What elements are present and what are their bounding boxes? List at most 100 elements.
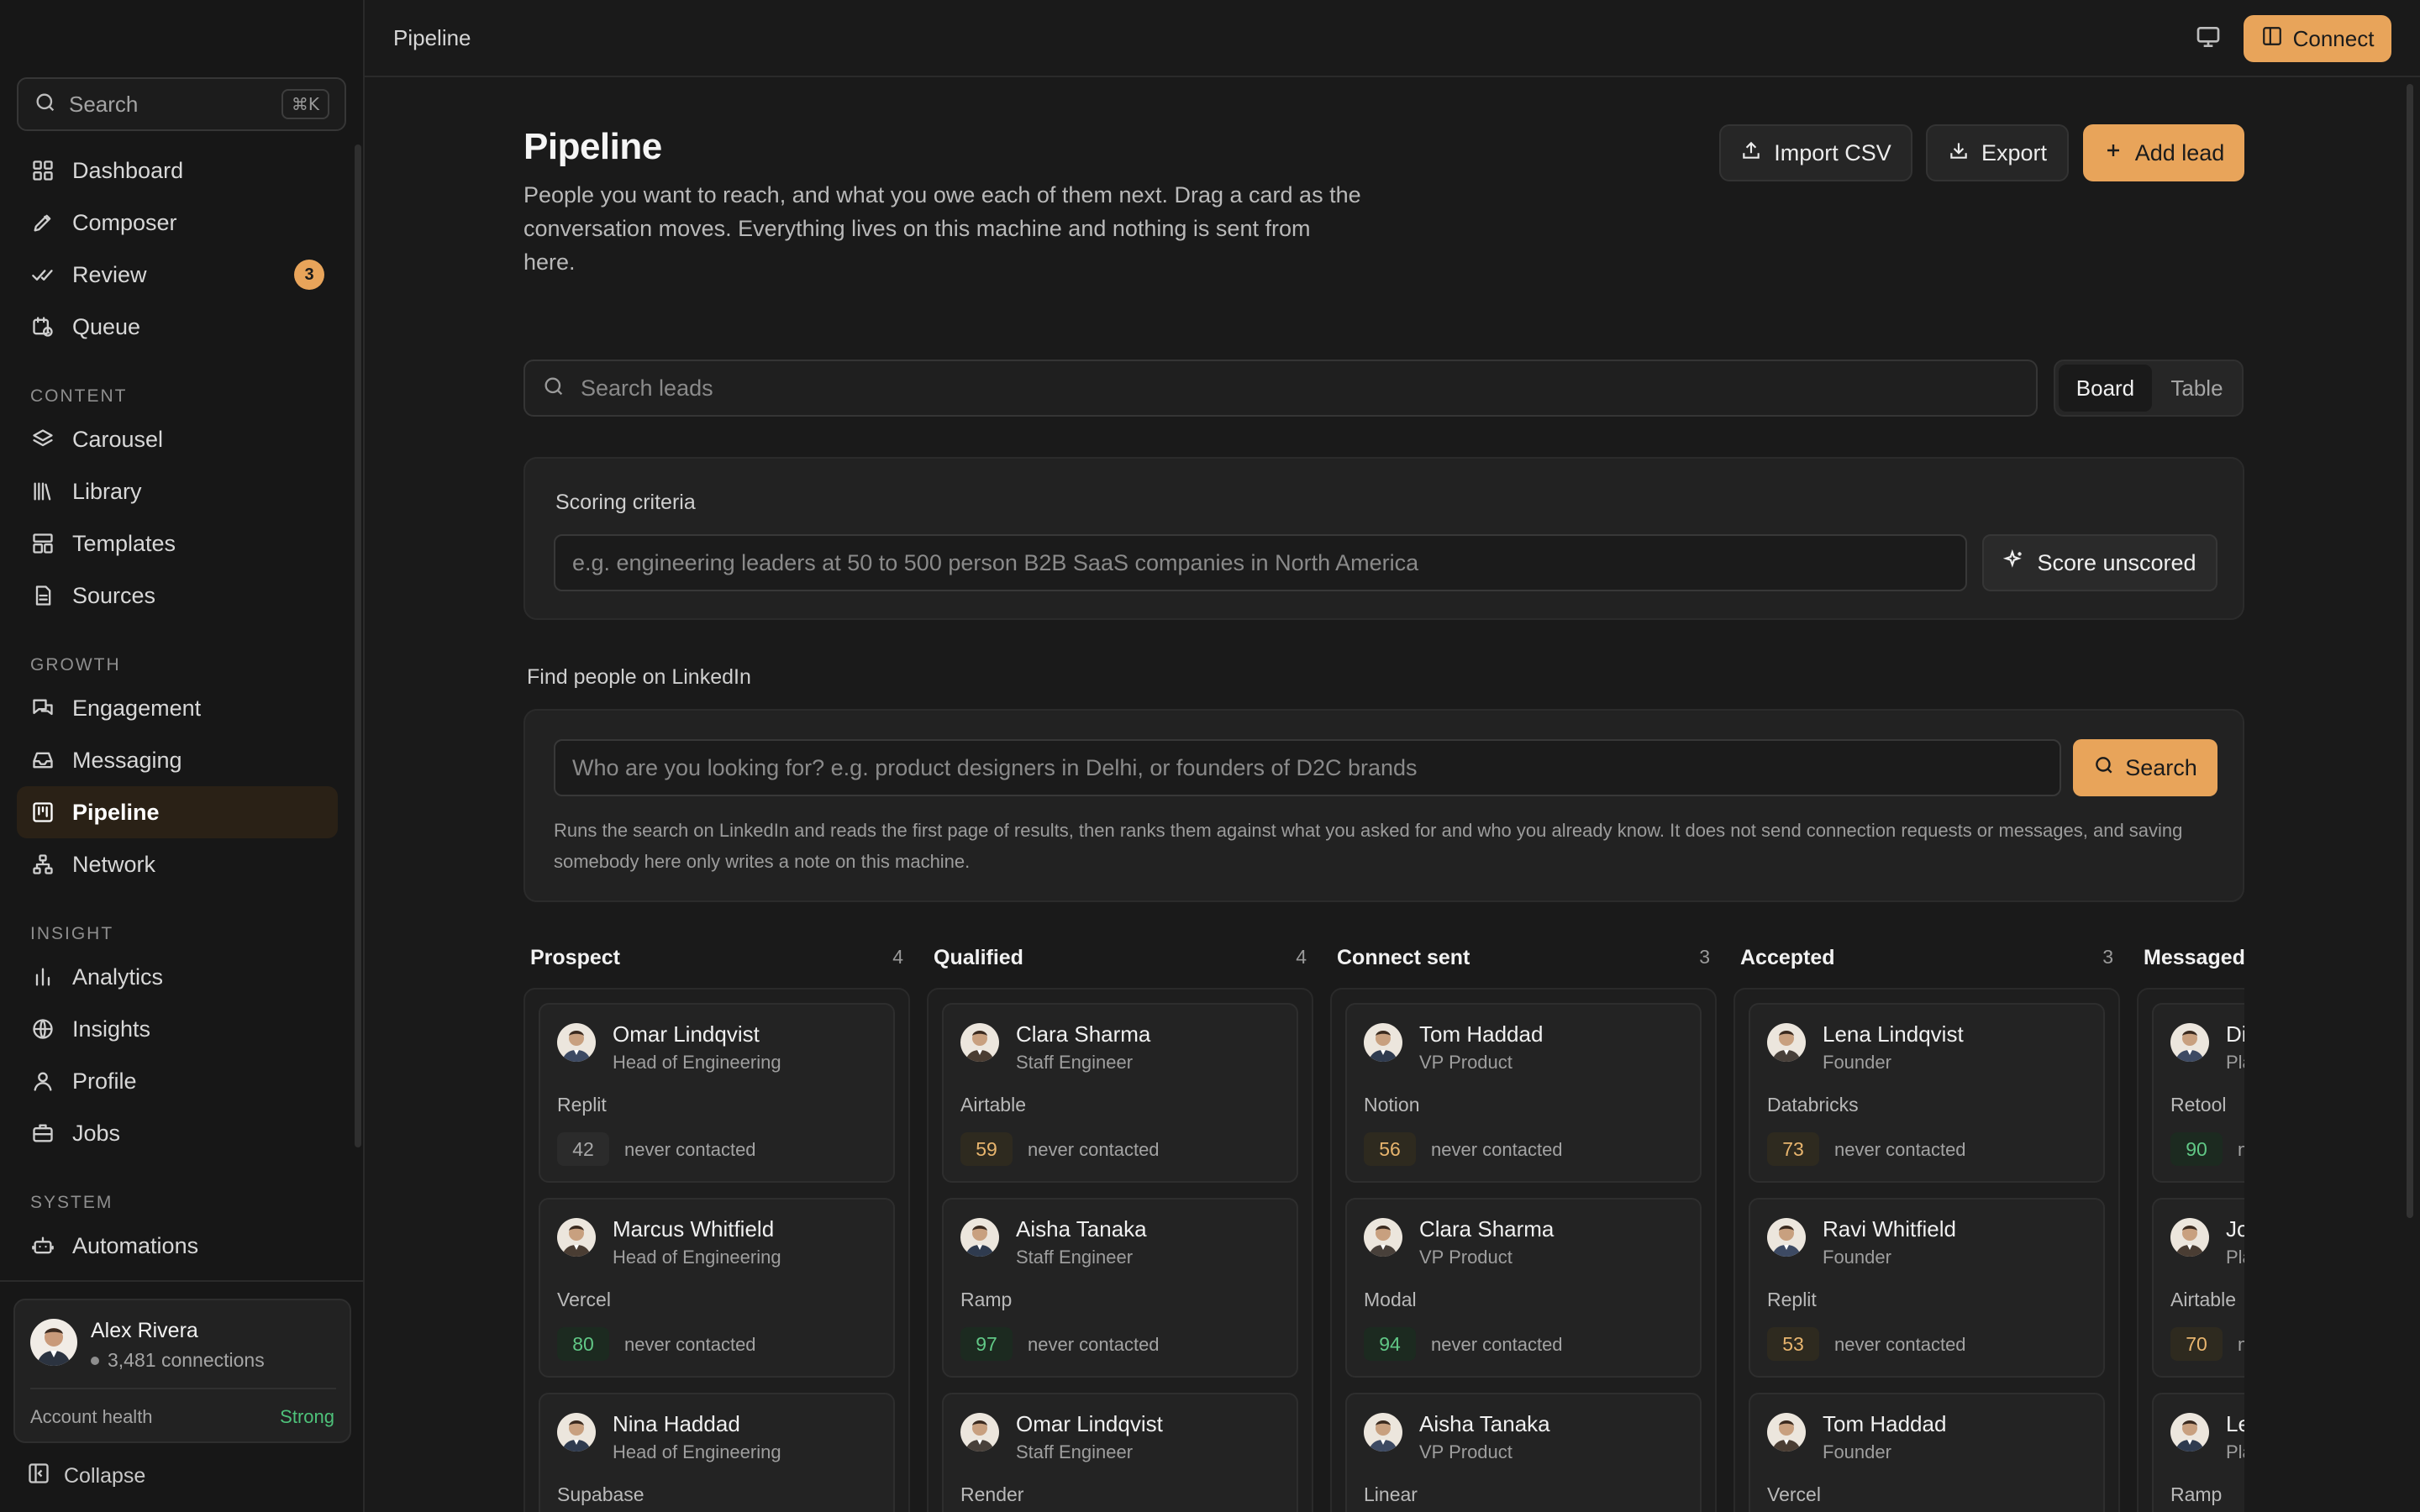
sidebar-item-jobs[interactable]: Jobs (17, 1107, 338, 1159)
lead-card[interactable]: Omar Lindqvist Head of Engineering Replit 4… (539, 1003, 895, 1183)
import-csv-button[interactable]: Import CSV (1719, 124, 1912, 181)
scoring-criteria-input[interactable] (572, 549, 1949, 576)
lead-role: Pla (2226, 1247, 2244, 1268)
column-body: Tom Haddad VP Product Notion 56 never contac… (1330, 988, 1717, 1512)
search-icon (542, 375, 566, 402)
column-header: Connect sent 3 (1337, 946, 1710, 970)
lead-company: Ramp (960, 1289, 1013, 1310)
sidebar-item-label: Review (72, 261, 147, 287)
lead-card[interactable]: Aisha Tanaka Staff Engineer Ramp 97 never co… (942, 1198, 1298, 1378)
bar-chart-icon (30, 964, 55, 990)
contact-status: never contacted (1834, 1334, 1966, 1355)
lead-card[interactable]: Clara Sharma VP Product Modal 94 never conta… (1345, 1198, 1702, 1378)
lead-search-input[interactable] (581, 375, 2019, 402)
sidebar-item-review[interactable]: Review 3 (17, 249, 338, 301)
collapse-button[interactable]: Collapse (27, 1462, 145, 1491)
count-badge: 3 (294, 260, 324, 290)
column-header: Messaged (2144, 946, 2244, 970)
lead-card[interactable]: Le Pla Ramp (2152, 1393, 2244, 1512)
lead-card[interactable]: Di Pla Retool 90 n (2152, 1003, 2244, 1183)
linkedin-query-field[interactable] (554, 739, 2061, 796)
lead-card[interactable]: Omar Lindqvist Staff Engineer Render (942, 1393, 1298, 1512)
lead-card[interactable]: Marcus Whitfield Head of Engineering Verce… (539, 1198, 895, 1378)
sidebar-item-label: Engagement (72, 695, 202, 721)
sidebar-item-sources[interactable]: Sources (17, 570, 338, 622)
main-scrollbar[interactable] (2407, 84, 2413, 1218)
sidebar-item-pipeline[interactable]: Pipeline (17, 786, 338, 838)
lead-role: Head of Engineering (613, 1441, 781, 1462)
collapse-label: Collapse (64, 1464, 146, 1488)
lead-company: Modal (1364, 1289, 1417, 1310)
lead-score-badge: 97 (960, 1327, 1013, 1361)
contact-status: n (2238, 1139, 2244, 1160)
sidebar-item-carousel[interactable]: Carousel (17, 413, 338, 465)
lead-search[interactable] (523, 360, 2038, 417)
scoring-criteria-title: Scoring criteria (555, 491, 696, 514)
sidebar-item-insights[interactable]: Insights (17, 1003, 338, 1055)
lead-name: Omar Lindqvist (613, 1021, 760, 1047)
sidebar-item-queue[interactable]: Queue (17, 301, 338, 353)
scoring-criteria-panel: Scoring criteria Score unscored (523, 457, 2244, 620)
profile-card[interactable]: Alex Rivera 3,481 connections Account he… (13, 1299, 351, 1443)
sidebar-item-analytics[interactable]: Analytics (17, 951, 338, 1003)
sidebar-item-library[interactable]: Library (17, 465, 338, 517)
lead-card[interactable]: Lena Lindqvist Founder Databricks 73 never c… (1749, 1003, 2105, 1183)
sidebar-item-templates[interactable]: Templates (17, 517, 338, 570)
contact-status: never contacted (1431, 1139, 1563, 1160)
avatar (960, 1413, 999, 1452)
section-heading-system: SYSTEM (30, 1193, 113, 1212)
sidebar-item-composer[interactable]: Composer (17, 197, 338, 249)
lead-name: Le (2226, 1411, 2244, 1436)
avatar (2170, 1218, 2209, 1257)
sidebar-item-dashboard[interactable]: Dashboard (17, 144, 338, 197)
sidebar-item-engagement[interactable]: Engagement (17, 682, 338, 734)
column-body: Omar Lindqvist Head of Engineering Replit 4… (523, 988, 910, 1512)
add-lead-button[interactable]: Add lead (2083, 124, 2244, 181)
avatar (1364, 1218, 1402, 1257)
monitor-icon[interactable] (2195, 24, 2225, 54)
sidebar-scrollbar[interactable] (355, 144, 361, 1147)
connect-button[interactable]: Connect (2244, 15, 2391, 62)
export-button[interactable]: Export (1926, 124, 2069, 181)
column-count: 4 (1296, 946, 1307, 968)
sidebar-item-automations[interactable]: Automations (17, 1220, 338, 1272)
scoring-criteria-field[interactable] (554, 534, 1967, 591)
lead-card[interactable]: Jo Pla Airtable 70 n (2152, 1198, 2244, 1378)
view-board-tab[interactable]: Board (2059, 365, 2152, 412)
lead-name: Clara Sharma (1419, 1216, 1555, 1242)
add-lead-label: Add lead (2134, 139, 2225, 165)
upload-icon (1740, 139, 1762, 167)
sidebar-item-profile[interactable]: Profile (17, 1055, 338, 1107)
lead-card[interactable]: Tom Haddad Founder Vercel (1749, 1393, 2105, 1512)
linkedin-search-button[interactable]: Search (2073, 739, 2217, 796)
double-check-icon (30, 262, 55, 287)
sidebar-search[interactable]: Search ⌘K (17, 77, 346, 131)
lead-card[interactable]: Tom Haddad VP Product Notion 56 never contac… (1345, 1003, 1702, 1183)
lead-name: Jo (2226, 1216, 2244, 1242)
sidebar-item-messaging[interactable]: Messaging (17, 734, 338, 786)
breadcrumb: Pipeline (393, 25, 471, 50)
lead-card[interactable]: Ravi Whitfield Founder Replit 53 never conta… (1749, 1198, 2105, 1378)
library-icon (30, 479, 55, 504)
import-csv-label: Import CSV (1774, 139, 1891, 165)
lead-card[interactable]: Aisha Tanaka VP Product Linear (1345, 1393, 1702, 1512)
app-window: Search ⌘K Dashboard Composer Review 3 Queue C… (0, 0, 2420, 1512)
avatar (557, 1023, 596, 1062)
lead-score-badge: 42 (557, 1132, 609, 1166)
file-icon (30, 583, 55, 608)
linkedin-query-input[interactable] (572, 754, 2043, 781)
network-icon (30, 852, 55, 877)
section-heading-content: CONTENT (30, 386, 128, 406)
divider (30, 1388, 336, 1389)
lead-card[interactable]: Nina Haddad Head of Engineering Supabase (539, 1393, 895, 1512)
lead-card[interactable]: Clara Sharma Staff Engineer Airtable 59 neve… (942, 1003, 1298, 1183)
sidebar-item-network[interactable]: Network (17, 838, 338, 890)
avatar (2170, 1413, 2209, 1452)
score-unscored-button[interactable]: Score unscored (1982, 534, 2217, 591)
pipeline-board: Prospect 4 Omar Lindqvist Head of Engineeri… (523, 934, 2244, 1512)
lead-company: Render (960, 1483, 1024, 1505)
view-table-tab[interactable]: Table (2155, 365, 2238, 412)
sidebar: Search ⌘K Dashboard Composer Review 3 Queue C… (0, 0, 365, 1512)
lead-role: VP Product (1419, 1247, 1512, 1268)
sidebar-item-label: Sources (72, 582, 156, 608)
